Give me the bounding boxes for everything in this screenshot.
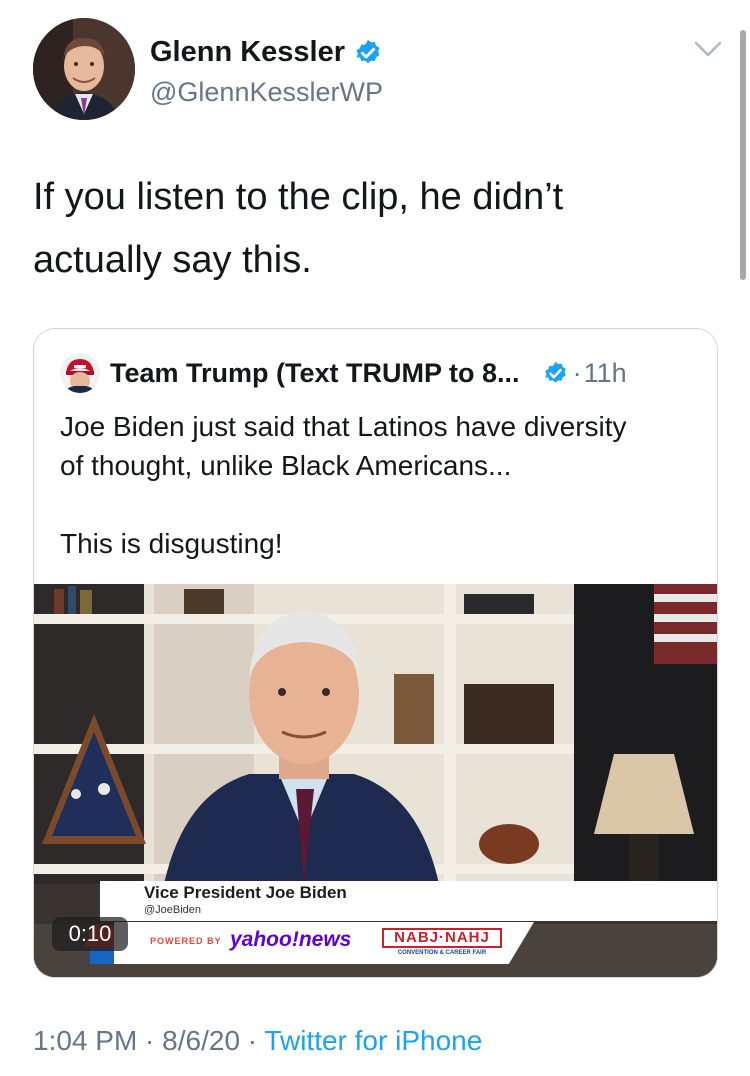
powered-by-label: POWERED BY [150, 936, 222, 946]
author-block[interactable]: Glenn Kessler @GlennKesslerWP [150, 36, 383, 108]
verified-badge-icon [544, 361, 566, 383]
quoted-tweet-time[interactable]: 11h [584, 358, 627, 389]
quoted-author-name[interactable]: Team Trump (Text TRUMP to 8... [110, 358, 520, 389]
video-brand-bar: POWERED BY yahoo!news NABJ·NAHJ CONVENTI… [114, 922, 534, 964]
nabj-logo-subtext: CONVENTION & CAREER FAIR [397, 950, 487, 956]
nabj-logo-text: NABJ·NAHJ [382, 928, 502, 948]
quoted-tweet-card[interactable]: Team Trump (Text TRUMP to 8... · 11h Joe… [33, 328, 718, 978]
scroll-indicator[interactable] [740, 30, 746, 280]
quoted-tweet-text: Joe Biden just said that Latinos have di… [60, 407, 700, 602]
tweet-text-line: actually say this. [33, 239, 312, 281]
video-elapsed-time: 0:10 [52, 917, 128, 951]
tweet-metadata: 1:04 PM · 8/6/20 · Twitter for iPhone [33, 1025, 482, 1057]
quoted-author-avatar[interactable] [60, 353, 100, 393]
author-handle[interactable]: @GlennKesslerWP [150, 77, 383, 108]
profile-photo-icon [33, 18, 135, 120]
author-name[interactable]: Glenn Kessler [150, 36, 345, 69]
video-caption-name: Vice President Joe Biden [144, 883, 347, 902]
video-lower-third: Vice President Joe Biden @JoeBiden [100, 881, 717, 921]
tweet-source-link[interactable]: Twitter for iPhone [264, 1025, 482, 1056]
video-player[interactable]: Vice President Joe Biden @JoeBiden POWER… [34, 584, 717, 977]
video-caption-handle: @JoeBiden [144, 904, 202, 916]
quoted-text-line: This is disgusting! [60, 528, 283, 559]
chevron-down-icon[interactable] [694, 40, 722, 58]
nabj-nahj-logo: NABJ·NAHJ CONVENTION & CAREER FAIR [382, 928, 502, 956]
tweet-time: 1:04 PM [33, 1025, 138, 1056]
tweet-date: 8/6/20 [162, 1025, 241, 1056]
dot-separator: · [137, 1025, 163, 1056]
quoted-text-line: Joe Biden just said that Latinos have di… [60, 411, 627, 442]
tweet-text-line: If you listen to the clip, he didn’t [33, 176, 564, 218]
dot-separator: · [572, 357, 582, 388]
quoted-text-line: of thought, unlike Black Americans... [60, 450, 512, 481]
verified-badge-icon [356, 39, 380, 63]
team-trump-avatar-icon [60, 353, 100, 393]
quoted-tweet-header: Team Trump (Text TRUMP to 8... · 11h [60, 353, 700, 393]
author-avatar[interactable] [33, 18, 135, 120]
tweet-text: If you listen to the clip, he didn’t act… [33, 166, 713, 292]
dot-separator: · [240, 1025, 265, 1056]
yahoo-news-logo: yahoo!news [230, 928, 352, 951]
